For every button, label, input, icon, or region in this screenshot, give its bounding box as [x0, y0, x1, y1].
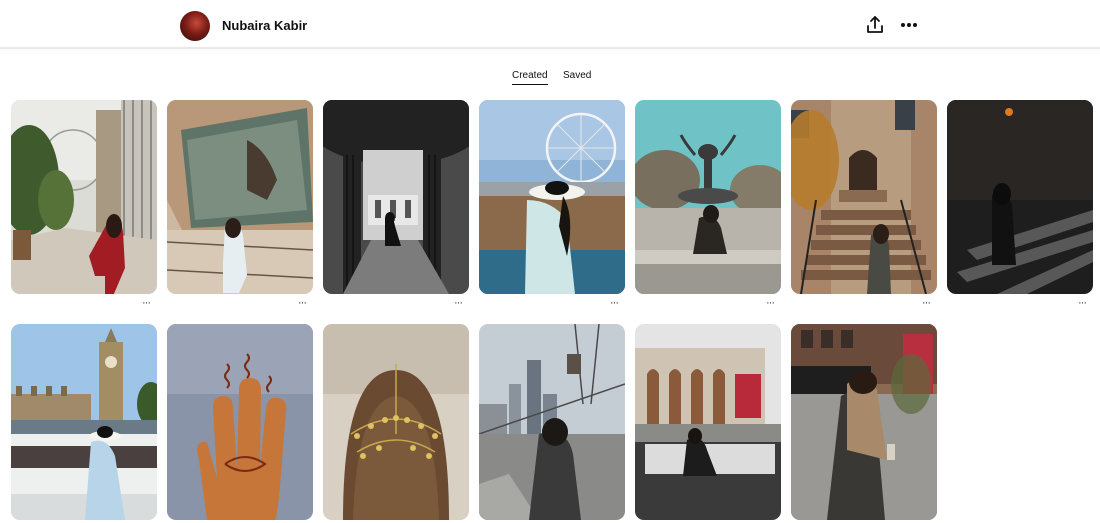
- pin-london-eye-river[interactable]: [479, 100, 625, 294]
- pin-brownstone-stoop[interactable]: [791, 100, 937, 294]
- pin-image: [11, 100, 157, 294]
- share-upload-icon: [867, 16, 883, 33]
- more-options-icon: [901, 23, 917, 27]
- pin-gate-bw[interactable]: [323, 100, 469, 294]
- pin-more-options[interactable]: ···: [1078, 297, 1087, 309]
- tab-created[interactable]: Created: [512, 70, 548, 85]
- pin-lincoln-center[interactable]: [635, 324, 781, 520]
- pin-image: [323, 100, 469, 294]
- more-options-button[interactable]: [898, 14, 920, 36]
- pin-london-eye-street[interactable]: [11, 100, 157, 294]
- pin-more-options[interactable]: ···: [454, 297, 463, 309]
- pin-nyc-bridge[interactable]: [479, 324, 625, 520]
- pin-fountain[interactable]: [635, 100, 781, 294]
- pin-image: [167, 100, 313, 294]
- pin-image: [11, 324, 157, 520]
- pin-image: [791, 324, 937, 520]
- pin-more-options[interactable]: ···: [298, 297, 307, 309]
- tab-saved[interactable]: Saved: [563, 70, 591, 81]
- pin-more-options[interactable]: ···: [922, 297, 931, 309]
- pin-big-ben[interactable]: [11, 324, 157, 520]
- profile-avatar[interactable]: [180, 11, 210, 41]
- pin-image: [479, 100, 625, 294]
- pin-nyc-street[interactable]: [791, 324, 937, 520]
- pin-image: [635, 324, 781, 520]
- pin-more-options[interactable]: ···: [766, 297, 775, 309]
- pin-image: [167, 324, 313, 520]
- share-button[interactable]: [864, 14, 886, 36]
- pin-henna-hand[interactable]: [167, 324, 313, 520]
- pin-night-crosswalk[interactable]: [947, 100, 1093, 294]
- pin-image: [479, 324, 625, 520]
- pin-image: [635, 100, 781, 294]
- pin-image: [791, 100, 937, 294]
- profile-tabs: Created Saved: [0, 68, 1100, 88]
- pin-museum-painting[interactable]: [167, 100, 313, 294]
- pin-more-options[interactable]: ···: [142, 297, 151, 309]
- profile-name[interactable]: Nubaira Kabir: [222, 18, 307, 33]
- pin-image: [323, 324, 469, 520]
- pin-hair-jewelry[interactable]: [323, 324, 469, 520]
- profile-header: Nubaira Kabir: [0, 0, 1100, 49]
- pin-more-options[interactable]: ···: [610, 297, 619, 309]
- pin-image: [947, 100, 1093, 294]
